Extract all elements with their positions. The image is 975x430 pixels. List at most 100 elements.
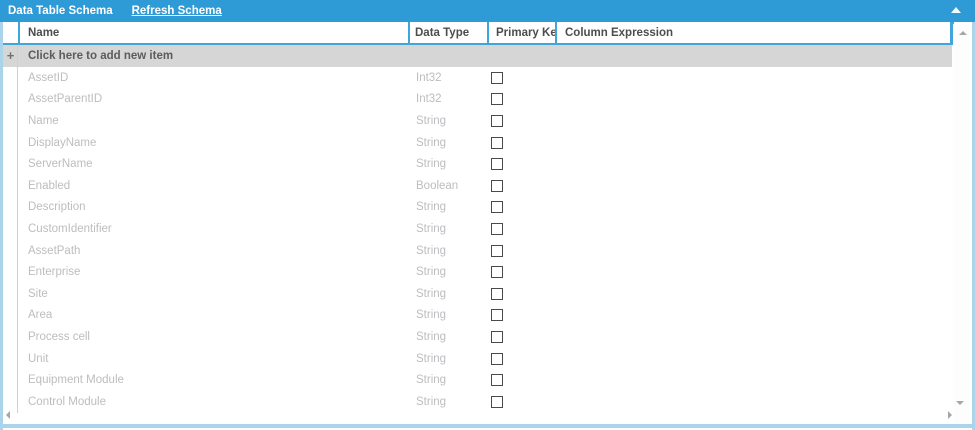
name-cell[interactable]: Equipment Module bbox=[18, 374, 408, 386]
name-cell[interactable]: CustomIdentifier bbox=[18, 223, 408, 235]
primary-key-checkbox[interactable] bbox=[491, 137, 503, 149]
row-header-cell[interactable] bbox=[3, 326, 18, 348]
data-type-cell[interactable]: String bbox=[408, 353, 487, 365]
primary-key-checkbox[interactable] bbox=[491, 309, 503, 321]
table-row[interactable]: AssetID Int32 bbox=[3, 67, 952, 89]
row-header-cell[interactable] bbox=[3, 89, 18, 111]
name-cell[interactable]: Enabled bbox=[18, 180, 408, 192]
name-cell[interactable]: Process cell bbox=[18, 331, 408, 343]
name-cell[interactable]: AssetPath bbox=[18, 245, 408, 257]
primary-key-checkbox[interactable] bbox=[491, 288, 503, 300]
name-cell[interactable]: Enterprise bbox=[18, 266, 408, 278]
data-type-cell[interactable]: String bbox=[408, 245, 487, 257]
primary-key-checkbox[interactable] bbox=[491, 331, 503, 343]
row-header-cell[interactable] bbox=[3, 153, 18, 175]
table-row[interactable]: Control Module String bbox=[3, 391, 952, 413]
primary-key-cell bbox=[487, 115, 555, 127]
column-header-name[interactable]: Name bbox=[18, 22, 408, 43]
data-type-cell[interactable]: String bbox=[408, 374, 487, 386]
add-new-item-row[interactable]: + Click here to add new item bbox=[3, 45, 952, 67]
data-type-cell[interactable]: Int32 bbox=[408, 72, 487, 84]
data-type-cell[interactable]: String bbox=[408, 396, 487, 408]
row-header-cell[interactable] bbox=[3, 391, 18, 413]
primary-key-checkbox[interactable] bbox=[491, 266, 503, 278]
row-header-cell[interactable] bbox=[3, 261, 18, 283]
row-header-cell[interactable] bbox=[3, 348, 18, 370]
name-cell[interactable]: Control Module bbox=[18, 396, 408, 408]
row-header-cell[interactable] bbox=[3, 305, 18, 327]
row-header-cell[interactable] bbox=[3, 67, 18, 89]
primary-key-checkbox[interactable] bbox=[491, 223, 503, 235]
data-type-cell[interactable]: Boolean bbox=[408, 180, 487, 192]
data-type-cell[interactable]: String bbox=[408, 331, 487, 343]
data-type-cell[interactable]: String bbox=[408, 115, 487, 127]
scroll-left-icon[interactable] bbox=[6, 411, 10, 419]
row-header-cell[interactable] bbox=[3, 369, 18, 391]
name-cell[interactable]: Description bbox=[18, 201, 408, 213]
add-item-label: Click here to add new item bbox=[18, 50, 173, 62]
row-header-cell[interactable] bbox=[3, 175, 18, 197]
primary-key-checkbox[interactable] bbox=[491, 93, 503, 105]
primary-key-checkbox[interactable] bbox=[491, 396, 503, 408]
primary-key-checkbox[interactable] bbox=[491, 158, 503, 170]
table-row[interactable]: AssetPath String bbox=[3, 240, 952, 262]
data-type-cell[interactable]: String bbox=[408, 223, 487, 235]
table-row[interactable]: Name String bbox=[3, 110, 952, 132]
primary-key-checkbox[interactable] bbox=[491, 180, 503, 192]
primary-key-checkbox[interactable] bbox=[491, 374, 503, 386]
primary-key-cell bbox=[487, 353, 555, 365]
row-header-cell[interactable] bbox=[3, 197, 18, 219]
table-row[interactable]: ServerName String bbox=[3, 153, 952, 175]
vertical-scrollbar[interactable] bbox=[953, 24, 970, 424]
name-cell[interactable]: DisplayName bbox=[18, 137, 408, 149]
data-type-cell[interactable]: String bbox=[408, 309, 487, 321]
row-header-cell[interactable] bbox=[3, 283, 18, 305]
table-row[interactable]: Site String bbox=[3, 283, 952, 305]
column-header-primary-key[interactable]: Primary Key bbox=[487, 22, 555, 43]
primary-key-cell bbox=[487, 223, 555, 235]
name-cell[interactable]: ServerName bbox=[18, 158, 408, 170]
table-row[interactable]: AssetParentID Int32 bbox=[3, 89, 952, 111]
table-row[interactable]: Description String bbox=[3, 197, 952, 219]
data-type-cell[interactable]: String bbox=[408, 266, 487, 278]
data-type-cell[interactable]: String bbox=[408, 201, 487, 213]
table-row[interactable]: Enterprise String bbox=[3, 261, 952, 283]
name-cell[interactable]: Unit bbox=[18, 353, 408, 365]
name-cell[interactable]: Name bbox=[18, 115, 408, 127]
scroll-up-icon[interactable] bbox=[959, 31, 967, 35]
table-row[interactable]: Process cell String bbox=[3, 326, 952, 348]
name-cell[interactable]: AssetParentID bbox=[18, 93, 408, 105]
row-header-cell[interactable] bbox=[3, 240, 18, 262]
column-header-column-expression[interactable]: Column Expression bbox=[555, 22, 952, 43]
table-row[interactable]: CustomIdentifier String bbox=[3, 218, 952, 240]
data-table-schema-panel: Data Table Schema Refresh Schema Name Da… bbox=[0, 0, 975, 430]
name-cell[interactable]: AssetID bbox=[18, 72, 408, 84]
scroll-right-icon[interactable] bbox=[948, 411, 952, 419]
primary-key-cell bbox=[487, 158, 555, 170]
column-header-data-type[interactable]: Data Type bbox=[408, 22, 487, 43]
table-row[interactable]: DisplayName String bbox=[3, 132, 952, 154]
primary-key-checkbox[interactable] bbox=[491, 201, 503, 213]
primary-key-checkbox[interactable] bbox=[491, 353, 503, 365]
data-type-cell[interactable]: String bbox=[408, 137, 487, 149]
data-type-cell[interactable]: String bbox=[408, 288, 487, 300]
primary-key-cell bbox=[487, 266, 555, 278]
panel-title: Data Table Schema bbox=[0, 5, 113, 17]
name-cell[interactable]: Area bbox=[18, 309, 408, 321]
primary-key-checkbox[interactable] bbox=[491, 245, 503, 257]
row-header-cell[interactable] bbox=[3, 132, 18, 154]
data-type-cell[interactable]: String bbox=[408, 158, 487, 170]
refresh-schema-link[interactable]: Refresh Schema bbox=[132, 5, 222, 17]
row-header-cell[interactable] bbox=[3, 218, 18, 240]
table-row[interactable]: Area String bbox=[3, 305, 952, 327]
primary-key-checkbox[interactable] bbox=[491, 72, 503, 84]
table-row[interactable]: Enabled Boolean bbox=[3, 175, 952, 197]
collapse-panel-icon[interactable] bbox=[951, 7, 961, 13]
data-type-cell[interactable]: Int32 bbox=[408, 93, 487, 105]
primary-key-checkbox[interactable] bbox=[491, 115, 503, 127]
scroll-down-icon[interactable] bbox=[956, 401, 964, 405]
table-row[interactable]: Equipment Module String bbox=[3, 369, 952, 391]
row-header-cell[interactable] bbox=[3, 110, 18, 132]
name-cell[interactable]: Site bbox=[18, 288, 408, 300]
table-row[interactable]: Unit String bbox=[3, 348, 952, 370]
